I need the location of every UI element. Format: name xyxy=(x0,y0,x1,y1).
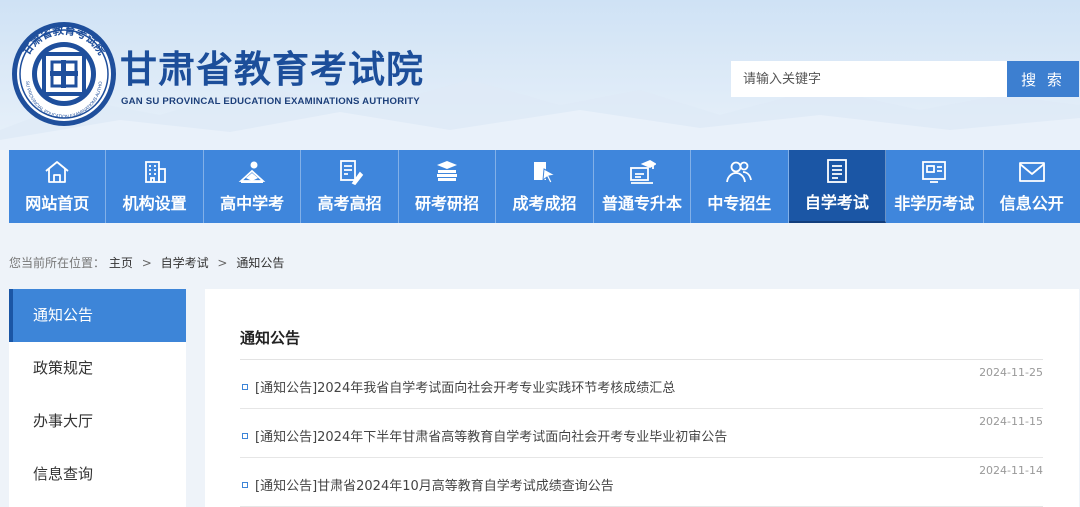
nav-label: 中专招生 xyxy=(707,194,772,213)
news-title-link[interactable]: [通知公告]2024年下半年甘肃省高等教育自学考试面向社会开考专业毕业初审公告 xyxy=(255,426,727,445)
main-nav: 网站首页 机构设置 高中学考 高考高招 研考研招 成考成招 普通专升本 中专招生… xyxy=(9,150,1080,223)
sidebar: 通知公告 政策规定 办事大厅 信息查询 xyxy=(9,289,186,507)
nav-item-home[interactable]: 网站首页 xyxy=(9,150,107,223)
news-date: 2024-11-25 xyxy=(979,366,1043,379)
graduation-screen-icon xyxy=(630,159,656,184)
sidebar-item-notices[interactable]: 通知公告 xyxy=(9,289,186,342)
nav-item-info-disclosure[interactable]: 信息公开 xyxy=(984,150,1080,223)
sidebar-item-info-query[interactable]: 信息查询 xyxy=(9,448,186,501)
site-subtitle: GAN SU PROVINCAL EDUCATION EXAMINATIONS … xyxy=(121,96,420,107)
bullet-icon xyxy=(242,482,248,488)
books-icon xyxy=(437,161,458,181)
news-item[interactable]: [通知公告]甘肃省2024年10月高等教育自学考试成绩查询公告 2024-11-… xyxy=(240,458,1043,507)
reading-icon xyxy=(238,161,266,183)
breadcrumb-separator: > xyxy=(141,256,152,270)
building-icon xyxy=(144,161,166,183)
bullet-icon xyxy=(242,433,248,439)
section-title: 通知公告 xyxy=(240,329,301,347)
nav-item-gaokao[interactable]: 高考高招 xyxy=(301,150,399,223)
nav-label: 高中学考 xyxy=(220,194,285,213)
nav-label: 成考成招 xyxy=(512,194,577,213)
nav-label: 自学考试 xyxy=(804,193,869,212)
nav-item-postgraduate[interactable]: 研考研招 xyxy=(399,150,497,223)
flag-cursor-icon xyxy=(534,162,557,184)
nav-label: 研考研招 xyxy=(415,194,480,213)
nav-item-upgrade-exam[interactable]: 普通专升本 xyxy=(594,150,692,223)
nav-label: 高考高招 xyxy=(317,194,382,213)
document-list-icon xyxy=(826,159,847,183)
sidebar-item-service-hall[interactable]: 办事大厅 xyxy=(9,395,186,448)
main-content: 通知公告 [通知公告]2024年我省自学考试面向社会开考专业实践环节考核成绩汇总… xyxy=(205,289,1079,507)
authority-logo: 甘肃省教育考试院 GANSU PROVINCIAL EDUCATION EXAM… xyxy=(10,20,116,126)
breadcrumb: 您当前所在位置： 主页 > 自学考试 > 通知公告 xyxy=(9,254,284,271)
news-title-link[interactable]: [通知公告]2024年我省自学考试面向社会开考专业实践环节考核成绩汇总 xyxy=(255,377,675,396)
mail-icon xyxy=(1018,162,1045,182)
nav-label: 非学历考试 xyxy=(894,194,975,213)
site-header: 甘肃省教育考试院 GANSU PROVINCIAL EDUCATION EXAM… xyxy=(0,0,1080,150)
breadcrumb-prefix: 您当前所在位置： xyxy=(9,256,106,270)
nav-item-highschool-exam[interactable]: 高中学考 xyxy=(204,150,302,223)
breadcrumb-section[interactable]: 自学考试 xyxy=(161,256,209,270)
home-icon xyxy=(45,161,69,183)
news-date: 2024-11-15 xyxy=(979,415,1043,428)
people-icon xyxy=(726,161,753,183)
search-button[interactable]: 搜 索 xyxy=(1007,61,1079,97)
news-item[interactable]: [通知公告]2024年我省自学考试面向社会开考专业实践环节考核成绩汇总 2024… xyxy=(240,360,1043,409)
nav-item-organization[interactable]: 机构设置 xyxy=(106,150,204,223)
breadcrumb-current[interactable]: 通知公告 xyxy=(236,256,284,270)
nav-item-non-degree-exam[interactable]: 非学历考试 xyxy=(886,150,984,223)
nav-label: 机构设置 xyxy=(122,194,187,213)
exam-pen-icon xyxy=(339,160,363,185)
sidebar-item-policies[interactable]: 政策规定 xyxy=(9,342,186,395)
breadcrumb-home[interactable]: 主页 xyxy=(109,256,133,270)
site-title: 甘肃省教育考试院 xyxy=(120,48,424,91)
nav-item-vocational[interactable]: 中专招生 xyxy=(691,150,789,223)
certificate-icon xyxy=(922,161,947,183)
search-input[interactable] xyxy=(731,61,1007,97)
bullet-icon xyxy=(242,384,248,390)
nav-label: 普通专升本 xyxy=(601,194,682,213)
nav-item-self-study-exam[interactable]: 自学考试 xyxy=(788,150,887,223)
nav-label: 信息公开 xyxy=(999,194,1064,213)
news-item[interactable]: [通知公告]2024年下半年甘肃省高等教育自学考试面向社会开考专业毕业初审公告 … xyxy=(240,409,1043,458)
nav-item-adult-exam[interactable]: 成考成招 xyxy=(496,150,594,223)
breadcrumb-separator: > xyxy=(217,256,228,270)
news-title-link[interactable]: [通知公告]甘肃省2024年10月高等教育自学考试成绩查询公告 xyxy=(255,475,614,494)
news-date: 2024-11-14 xyxy=(979,464,1043,477)
nav-label: 网站首页 xyxy=(25,194,90,213)
